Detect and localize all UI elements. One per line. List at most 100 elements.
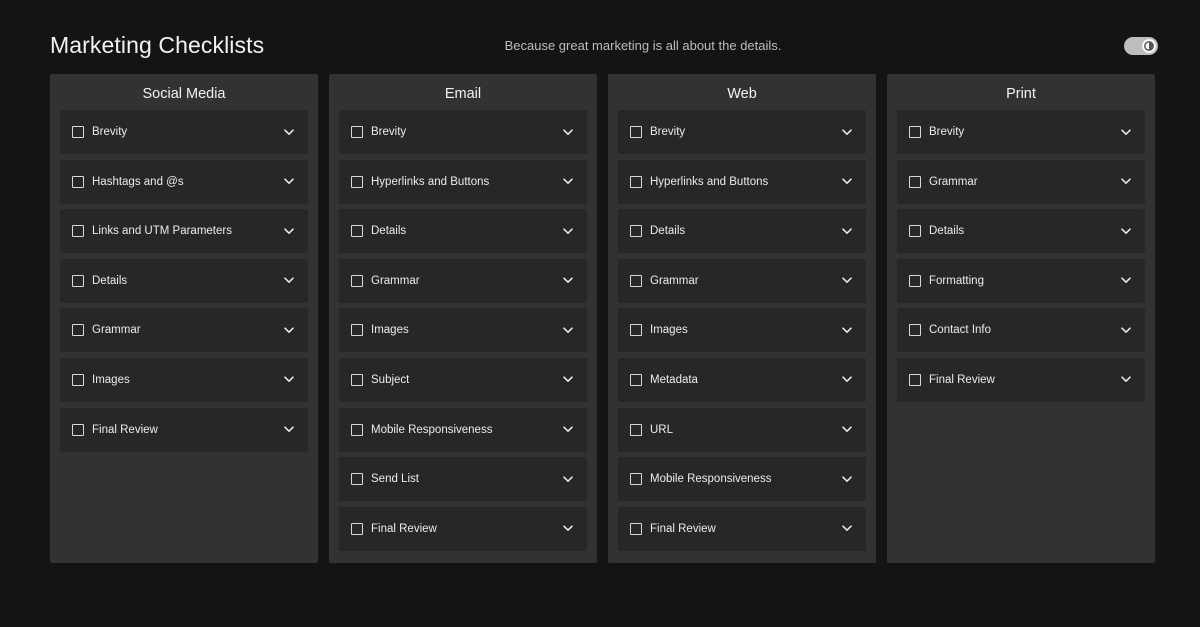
checklist-item[interactable]: Grammar <box>339 258 587 303</box>
item-label: Mobile Responsiveness <box>650 473 772 486</box>
tagline: Because great marketing is all about the… <box>504 38 782 53</box>
checklist-item[interactable]: Brevity <box>897 110 1145 154</box>
chevron-down-icon[interactable] <box>840 125 854 139</box>
item-checkbox[interactable] <box>630 473 642 486</box>
checklist-item[interactable]: Subject <box>339 357 587 402</box>
checklist-item[interactable]: Mobile Responsiveness <box>618 457 866 502</box>
item-checkbox[interactable] <box>72 126 84 138</box>
chevron-down-icon[interactable] <box>561 175 575 189</box>
checklist-item[interactable]: Details <box>60 258 308 303</box>
item-label: Grammar <box>371 274 420 287</box>
checklist-item[interactable]: Images <box>339 308 587 353</box>
chevron-down-icon[interactable] <box>840 224 854 238</box>
chevron-down-icon[interactable] <box>1119 274 1133 288</box>
checklist-item[interactable]: Hashtags and @s <box>60 159 308 204</box>
checklist-item[interactable]: Contact Info <box>897 308 1145 353</box>
checklist-item[interactable]: URL <box>618 407 866 452</box>
chevron-down-icon[interactable] <box>840 274 854 288</box>
theme-toggle[interactable] <box>1124 37 1158 55</box>
checklist-item[interactable]: Brevity <box>618 110 866 154</box>
chevron-down-icon[interactable] <box>561 224 575 238</box>
item-checkbox[interactable] <box>630 175 642 188</box>
checklist-item[interactable]: Send List <box>339 457 587 502</box>
item-checkbox[interactable] <box>351 126 363 138</box>
checklist-item[interactable]: Images <box>618 308 866 353</box>
checklist-item[interactable]: Details <box>618 209 866 254</box>
item-label: URL <box>650 423 674 436</box>
item-checkbox[interactable] <box>630 274 642 287</box>
checklist-item[interactable]: Mobile Responsiveness <box>339 407 587 452</box>
item-checkbox[interactable] <box>351 324 363 337</box>
item-checkbox[interactable] <box>72 324 84 337</box>
item-checkbox[interactable] <box>909 373 921 386</box>
item-checkbox[interactable] <box>909 175 921 188</box>
chevron-down-icon[interactable] <box>840 472 854 486</box>
checklist-item[interactable]: Hyperlinks and Buttons <box>618 159 866 204</box>
item-checkbox[interactable] <box>630 522 642 535</box>
chevron-down-icon[interactable] <box>561 373 575 387</box>
item-checkbox[interactable] <box>630 373 642 386</box>
item-checkbox[interactable] <box>909 126 921 138</box>
item-checkbox[interactable] <box>909 274 921 287</box>
chevron-down-icon[interactable] <box>840 522 854 536</box>
chevron-down-icon[interactable] <box>282 423 296 437</box>
item-checkbox[interactable] <box>909 324 921 337</box>
chevron-down-icon[interactable] <box>1119 175 1133 189</box>
item-checkbox[interactable] <box>909 225 921 238</box>
checklist-item[interactable]: Grammar <box>897 159 1145 204</box>
item-checkbox[interactable] <box>72 225 84 238</box>
item-checkbox[interactable] <box>351 423 363 436</box>
checklist-item[interactable]: Grammar <box>60 308 308 353</box>
checklist-item[interactable]: Formatting <box>897 258 1145 303</box>
checklist-item[interactable]: Brevity <box>60 110 308 154</box>
item-checkbox[interactable] <box>351 373 363 386</box>
chevron-down-icon[interactable] <box>561 423 575 437</box>
checklist-item[interactable]: Details <box>897 209 1145 254</box>
item-checkbox[interactable] <box>351 274 363 287</box>
chevron-down-icon[interactable] <box>561 125 575 139</box>
item-checkbox[interactable] <box>351 522 363 535</box>
item-label: Final Review <box>371 522 437 535</box>
item-checkbox[interactable] <box>630 225 642 238</box>
chevron-down-icon[interactable] <box>1119 125 1133 139</box>
chevron-down-icon[interactable] <box>840 373 854 387</box>
chevron-down-icon[interactable] <box>840 175 854 189</box>
checklist-item[interactable]: Details <box>339 209 587 254</box>
item-checkbox[interactable] <box>351 473 363 486</box>
chevron-down-icon[interactable] <box>561 274 575 288</box>
item-label: Images <box>92 373 130 386</box>
item-checkbox[interactable] <box>630 423 642 436</box>
chevron-down-icon[interactable] <box>840 323 854 337</box>
checklist-item[interactable]: Final Review <box>339 506 587 551</box>
chevron-down-icon[interactable] <box>561 323 575 337</box>
chevron-down-icon[interactable] <box>561 522 575 536</box>
item-checkbox[interactable] <box>630 324 642 337</box>
checklist-item[interactable]: Links and UTM Parameters <box>60 209 308 254</box>
checklist-item[interactable]: Final Review <box>618 506 866 551</box>
chevron-down-icon[interactable] <box>840 423 854 437</box>
chevron-down-icon[interactable] <box>1119 323 1133 337</box>
checklist-item[interactable]: Metadata <box>618 357 866 402</box>
checklist-item[interactable]: Images <box>60 357 308 402</box>
item-checkbox[interactable] <box>72 274 84 287</box>
chevron-down-icon[interactable] <box>1119 224 1133 238</box>
item-checkbox[interactable] <box>72 175 84 188</box>
chevron-down-icon[interactable] <box>282 175 296 189</box>
item-checkbox[interactable] <box>72 423 84 436</box>
item-checkbox[interactable] <box>630 126 642 138</box>
chevron-down-icon[interactable] <box>282 274 296 288</box>
checklist-item[interactable]: Final Review <box>60 407 308 452</box>
checklist-item[interactable]: Final Review <box>897 357 1145 402</box>
checklist-item[interactable]: Brevity <box>339 110 587 154</box>
chevron-down-icon[interactable] <box>282 125 296 139</box>
item-checkbox[interactable] <box>72 373 84 386</box>
chevron-down-icon[interactable] <box>1119 373 1133 387</box>
chevron-down-icon[interactable] <box>561 472 575 486</box>
item-checkbox[interactable] <box>351 175 363 188</box>
chevron-down-icon[interactable] <box>282 373 296 387</box>
checklist-item[interactable]: Hyperlinks and Buttons <box>339 159 587 204</box>
chevron-down-icon[interactable] <box>282 323 296 337</box>
item-checkbox[interactable] <box>351 225 363 238</box>
chevron-down-icon[interactable] <box>282 224 296 238</box>
checklist-item[interactable]: Grammar <box>618 258 866 303</box>
